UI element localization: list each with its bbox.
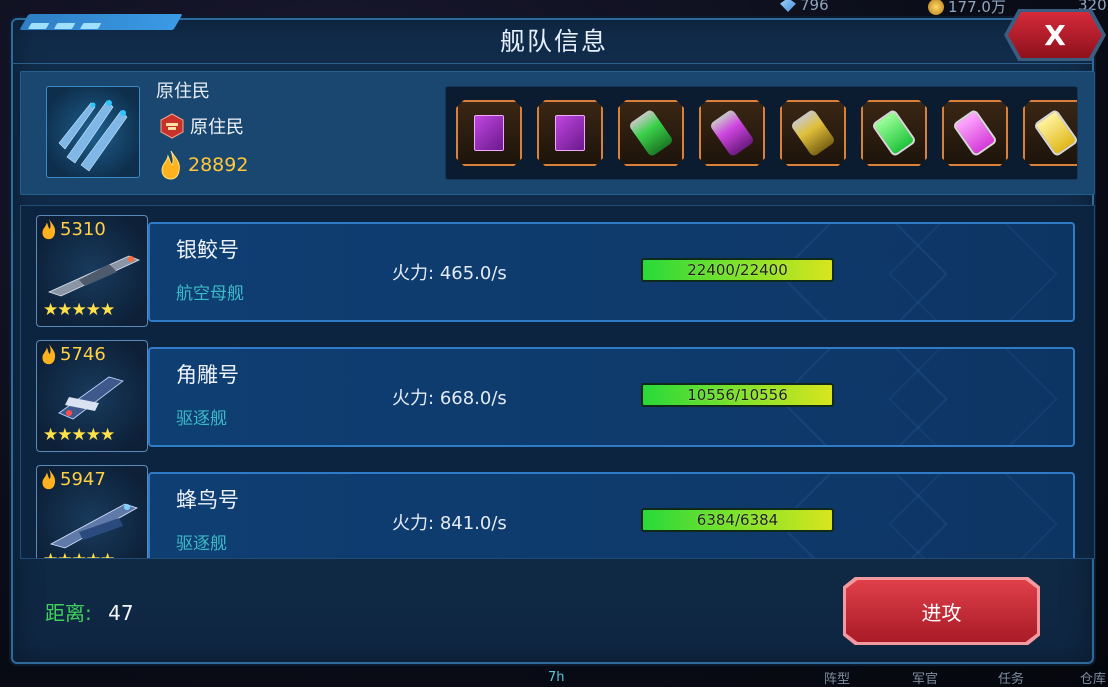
ship-power: 5746 bbox=[41, 343, 106, 365]
ship-thumbnail[interactable]: 5746 ★★★★★ bbox=[36, 340, 148, 452]
ship-firepower: 火力: 668.0/s bbox=[392, 384, 507, 410]
green-ammo-icon bbox=[628, 108, 674, 158]
ship-stars: ★★★★★ bbox=[43, 425, 115, 445]
close-icon: X bbox=[1044, 18, 1066, 52]
purple-gear-card-icon bbox=[555, 115, 585, 151]
ship-stars: ★★★★★ bbox=[43, 300, 115, 320]
fleet-power-value: 28892 bbox=[188, 154, 249, 176]
yellow-ammo-icon bbox=[790, 108, 836, 158]
ship-power-value: 5310 bbox=[60, 218, 106, 240]
faction-name: 原住民 bbox=[190, 117, 244, 138]
coin-resource: 177.0万 bbox=[928, 0, 1006, 17]
gem-count: 796 bbox=[800, 0, 829, 14]
loot-item[interactable] bbox=[699, 100, 765, 166]
ship-hp-bar: 22400/22400 bbox=[641, 258, 834, 282]
attack-button[interactable]: 进攻 bbox=[846, 580, 1037, 642]
distance-row: 距离: 47 bbox=[45, 597, 134, 626]
dialog-title: 舰队信息 bbox=[499, 27, 608, 56]
fleet-ships-icon bbox=[58, 100, 128, 172]
ship-name: 银鲛号 bbox=[176, 238, 239, 262]
distance-label: 距离: bbox=[45, 601, 92, 625]
ship-thumbnail[interactable]: 5310 ★★★★★ bbox=[36, 215, 148, 327]
green-canister-icon bbox=[871, 108, 917, 158]
flame-icon bbox=[161, 150, 180, 180]
distance-value: 47 bbox=[108, 601, 134, 625]
loot-item[interactable] bbox=[942, 100, 1008, 166]
fleet-owner-name: 原住民 bbox=[156, 81, 210, 102]
loot-list[interactable] bbox=[445, 86, 1078, 180]
faction-row: 原住民 bbox=[160, 113, 244, 139]
ship-row[interactable] bbox=[148, 347, 1075, 447]
fleet-portrait bbox=[46, 86, 140, 178]
close-button[interactable]: X bbox=[1008, 12, 1102, 58]
loot-item[interactable] bbox=[861, 100, 927, 166]
firepower-value: 465.0/s bbox=[439, 263, 507, 284]
ship-name: 角雕号 bbox=[176, 363, 239, 387]
ship-hp-text: 22400/22400 bbox=[687, 261, 788, 279]
timer-label: 7h bbox=[548, 670, 565, 685]
firepower-label: 火力: bbox=[392, 388, 435, 409]
ship-hp-bar: 10556/10556 bbox=[641, 383, 834, 407]
loot-item[interactable] bbox=[537, 100, 603, 166]
tab-officer[interactable]: 军官 bbox=[912, 668, 938, 687]
gem-icon bbox=[780, 0, 796, 12]
purple-time-card-icon bbox=[474, 115, 504, 151]
tab-warehouse[interactable]: 仓库 bbox=[1080, 668, 1106, 687]
faction-badge-icon bbox=[160, 113, 184, 139]
yellow-canister-icon bbox=[1033, 108, 1077, 158]
ship-power-value: 5746 bbox=[60, 343, 106, 365]
purple-canister-icon bbox=[952, 108, 998, 158]
flame-icon bbox=[42, 218, 56, 240]
coin-icon bbox=[928, 0, 944, 15]
fleet-power-row: 28892 bbox=[160, 150, 248, 180]
loot-item[interactable] bbox=[618, 100, 684, 166]
tab-mission[interactable]: 任务 bbox=[998, 668, 1024, 687]
loot-item[interactable] bbox=[456, 100, 522, 166]
purple-ammo-icon bbox=[709, 108, 755, 158]
firepower-label: 火力: bbox=[392, 263, 435, 284]
ship-class: 航空母舰 bbox=[176, 284, 244, 304]
ship-icon bbox=[58, 376, 124, 420]
gem-resource: 796 bbox=[780, 0, 829, 14]
tab-formation[interactable]: 阵型 bbox=[824, 668, 850, 687]
ship-power: 5310 bbox=[41, 218, 106, 240]
flame-icon bbox=[42, 343, 56, 365]
ship-hp-text: 10556/10556 bbox=[687, 386, 788, 404]
ship-icon bbox=[47, 255, 141, 297]
firepower-value: 668.0/s bbox=[439, 388, 507, 409]
ship-firepower: 火力: 465.0/s bbox=[392, 259, 507, 285]
ship-class: 驱逐舰 bbox=[176, 409, 227, 429]
loot-item[interactable] bbox=[780, 100, 846, 166]
coin-count: 177.0万 bbox=[948, 0, 1006, 16]
ship-row[interactable] bbox=[148, 222, 1075, 322]
loot-item[interactable] bbox=[1023, 100, 1077, 166]
game-screen: 796 177.0万 320 7h 阵型 军官 任务 仓库 舰队信息 X 原住民… bbox=[0, 0, 1108, 687]
bottom-tab-bar: 7h 阵型 军官 任务 仓库 bbox=[0, 661, 1108, 687]
